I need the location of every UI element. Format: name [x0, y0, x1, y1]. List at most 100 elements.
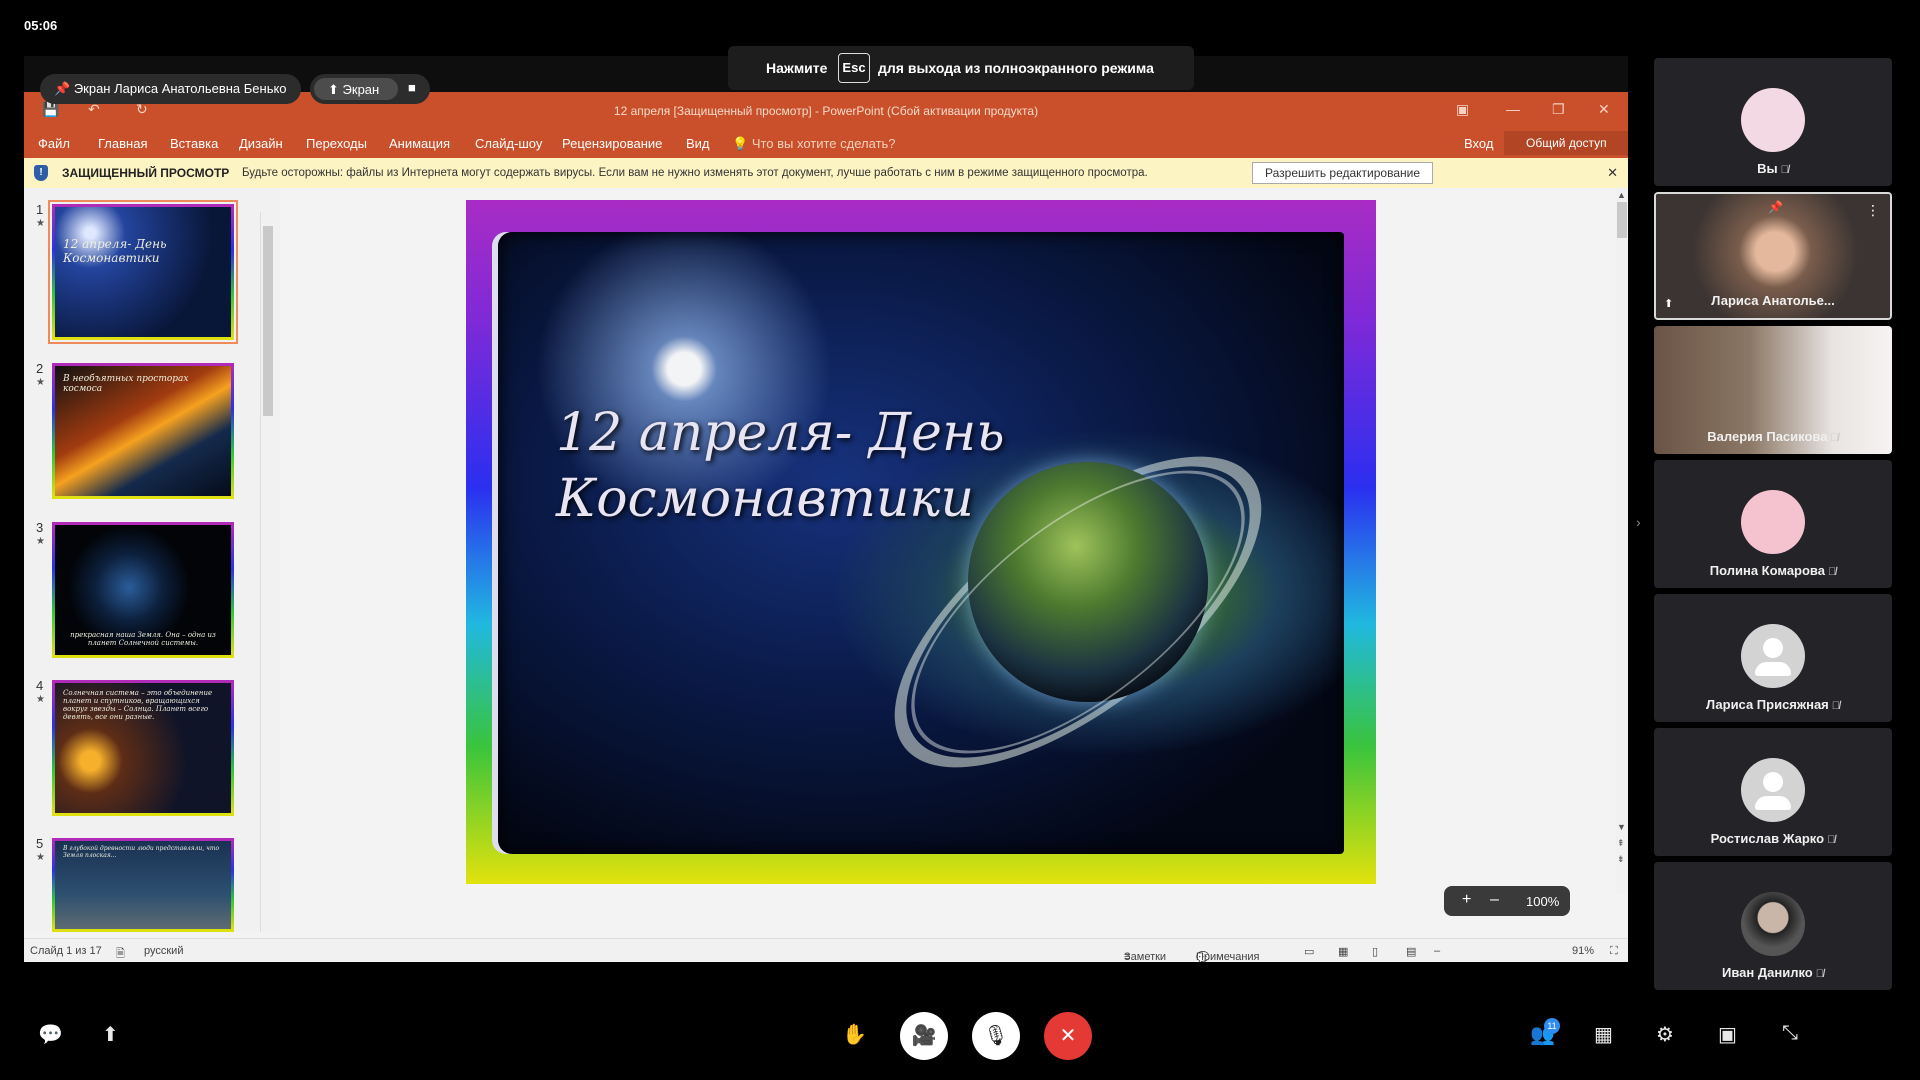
default-avatar-icon — [1741, 624, 1805, 688]
window-title: 12 апреля [Защищенный просмотр] - PowerP… — [613, 104, 1039, 118]
screen-option-label: Экран — [342, 82, 380, 97]
previous-slide-icon[interactable]: ⇞ — [1617, 838, 1625, 849]
tell-me-label: Что вы хотите сделать? — [751, 136, 896, 151]
mic-off-icon: 🎙̸ — [1815, 968, 1824, 980]
close-icon[interactable]: ✕ — [1598, 101, 1610, 118]
slide-thumbnail-3[interactable]: прекрасная наша Земля. Она – одна из пла… — [52, 522, 234, 658]
slideshow-view-icon[interactable]: ▤ — [1406, 945, 1416, 958]
close-icon[interactable]: ✕ — [1607, 165, 1618, 181]
minimize-icon[interactable]: — — [1506, 101, 1520, 117]
tab-animations[interactable]: Анимация — [389, 136, 450, 151]
pinned-screen-label[interactable]: 📌 Экран Лариса Анатольевна Бенько — [40, 74, 301, 104]
slide-scrollbar[interactable]: ▲ ▼ ⇞ ⇟ — [1616, 188, 1628, 894]
next-slide-icon[interactable]: ⇟ — [1617, 854, 1625, 865]
chat-icon[interactable]: 💬 — [38, 1022, 63, 1047]
tab-design[interactable]: Дизайн — [239, 136, 283, 151]
tab-home[interactable]: Главная — [98, 136, 147, 151]
thumb-text: Солнечная система – это объединение план… — [63, 689, 213, 721]
avatar — [1741, 490, 1805, 554]
slide-thumbnail-1[interactable]: 12 апреля- День Космонавтики — [48, 200, 238, 344]
screen-toggle[interactable]: ⬆ Экран ■ — [310, 74, 430, 104]
tab-insert[interactable]: Вставка — [170, 136, 218, 151]
lightbulb-icon: 💡 — [732, 136, 749, 151]
ribbon-display-icon[interactable]: ▣ — [1456, 101, 1469, 118]
mic-off-icon: 🎙 — [983, 1025, 1009, 1047]
tab-transitions[interactable]: Переходы — [306, 136, 367, 151]
thumb-number: 2 — [36, 361, 44, 376]
slide-thumbnail-5[interactable]: В глубокой древности люди представляли, … — [52, 838, 234, 932]
status-bar: Слайд 1 из 17 🗎 русский ≡ Заметки 💬 Прим… — [24, 938, 1628, 962]
grid-view-icon[interactable]: ▦ — [1594, 1022, 1613, 1047]
share-screen-icon[interactable]: ⬆ — [102, 1022, 119, 1047]
layout-icon[interactable]: ▣ — [1718, 1022, 1737, 1047]
zoom-in-icon[interactable]: + — [1462, 891, 1471, 909]
mic-off-icon: 🎙̸ — [1827, 834, 1836, 846]
thumb-text: В необъятных просторах космоса — [63, 374, 189, 394]
hang-up-button[interactable]: ✕ — [1044, 1012, 1092, 1060]
reading-view-icon[interactable]: ▯ — [1372, 945, 1378, 958]
slide-sorter-icon[interactable]: ▦ — [1338, 945, 1348, 958]
tab-view[interactable]: Вид — [686, 136, 710, 151]
screen-option[interactable]: ⬆ Экран — [314, 78, 398, 100]
language-label[interactable]: русский — [144, 945, 183, 957]
spellcheck-icon[interactable]: 🗎 — [116, 945, 125, 962]
raise-hand-icon[interactable]: ✋ — [842, 1022, 867, 1047]
zoom-percent[interactable]: 91% — [1572, 945, 1594, 957]
esc-key: Esc — [838, 53, 870, 83]
fit-slide-icon[interactable]: ⛶ — [1610, 945, 1618, 958]
scroll-up-icon[interactable]: ▲ — [1617, 190, 1626, 200]
tab-review[interactable]: Рецензирование — [562, 136, 662, 151]
settings-icon[interactable]: ⚙ — [1656, 1022, 1674, 1047]
participant-tile[interactable]: Ростислав Жарко 🎙̸ — [1654, 728, 1892, 856]
thumb-text: В глубокой древности люди представляли, … — [63, 845, 220, 859]
slide-counter: Слайд 1 из 17 — [30, 945, 102, 957]
exit-fullscreen-icon[interactable]: ⤡ — [1782, 1022, 1798, 1045]
camera-icon[interactable]: ■ — [408, 80, 416, 95]
zoom-popup: + – 100% — [1444, 886, 1570, 916]
camera-off-button[interactable]: 🎥 — [900, 1012, 948, 1060]
fullscreen-exit-hint: Нажмите Esc для выхода из полноэкранного… — [728, 46, 1194, 90]
participant-tile[interactable]: Полина Комарова 🎙̸ — [1654, 460, 1892, 588]
participant-tile-active[interactable]: 📌 ⋮ ⬆ Лариса Анатолье... — [1654, 192, 1892, 320]
slide-thumbnails-pane: 1 ★ 12 апреля- День Космонавтики 2 ★ В н… — [24, 188, 280, 932]
tell-me-box[interactable]: 💡 Что вы хотите сделать? — [732, 136, 896, 152]
thumb-number: 3 — [36, 520, 44, 535]
pin-icon[interactable]: 📌 — [1768, 200, 1783, 214]
mic-off-button[interactable]: 🎙 — [972, 1012, 1020, 1060]
scroll-thumb[interactable] — [263, 226, 273, 416]
zoom-out-icon[interactable]: – — [1490, 891, 1499, 909]
close-icon: ✕ — [1059, 1025, 1077, 1047]
scroll-thumb[interactable] — [1617, 202, 1627, 238]
signin-link[interactable]: Вход — [1464, 136, 1493, 151]
participant-tile[interactable]: Валерия Пасикова 🎙̸ — [1654, 326, 1892, 454]
zoom-out-icon[interactable]: – — [1434, 945, 1440, 957]
mic-off-icon: 🎙̸ — [1831, 700, 1841, 712]
participant-tile[interactable]: Вы 🎙̸ — [1654, 58, 1892, 186]
slide-thumbnail-4[interactable]: Солнечная система – это объединение план… — [52, 680, 234, 816]
tab-slideshow[interactable]: Слайд-шоу — [475, 136, 542, 151]
normal-view-icon[interactable]: ▭ — [1304, 945, 1314, 958]
thumb-number: 1 — [36, 202, 44, 217]
participant-tile[interactable]: Иван Данилко 🎙̸ — [1654, 862, 1892, 990]
enable-editing-button[interactable]: Разрешить редактирование — [1252, 162, 1434, 184]
more-options-icon[interactable]: ⋮ — [1866, 202, 1880, 219]
participant-name: Вы — [1757, 161, 1778, 176]
participant-name: Валерия Пасикова — [1707, 429, 1828, 444]
thumb-text: прекрасная наша Земля. Она – одна из пла… — [70, 631, 216, 647]
pin-icon: 📌 — [54, 81, 71, 96]
star-icon: ★ — [36, 852, 45, 863]
tab-file[interactable]: Файл — [38, 136, 70, 151]
star-icon: ★ — [36, 694, 45, 705]
protected-view-message: Будьте осторожны: файлы из Интернета мог… — [242, 167, 1148, 179]
participant-tile[interactable]: Лариса Присяжная 🎙̸ — [1654, 594, 1892, 722]
participant-name: Лариса Присяжная — [1705, 697, 1829, 712]
thumbnails-scrollbar[interactable] — [260, 212, 274, 932]
scroll-down-icon[interactable]: ▼ — [1617, 822, 1626, 832]
slide-thumbnail-2[interactable]: В необъятных просторах космоса — [52, 363, 234, 499]
participant-name: Ростислав Жарко — [1710, 831, 1825, 846]
thumb-number: 4 — [36, 678, 44, 693]
collapse-panel-icon[interactable]: › — [1636, 514, 1641, 530]
mic-off-icon: 🎙̸ — [1830, 432, 1839, 444]
restore-icon[interactable]: ❐ — [1552, 101, 1565, 118]
share-button[interactable]: Общий доступ — [1504, 131, 1628, 155]
